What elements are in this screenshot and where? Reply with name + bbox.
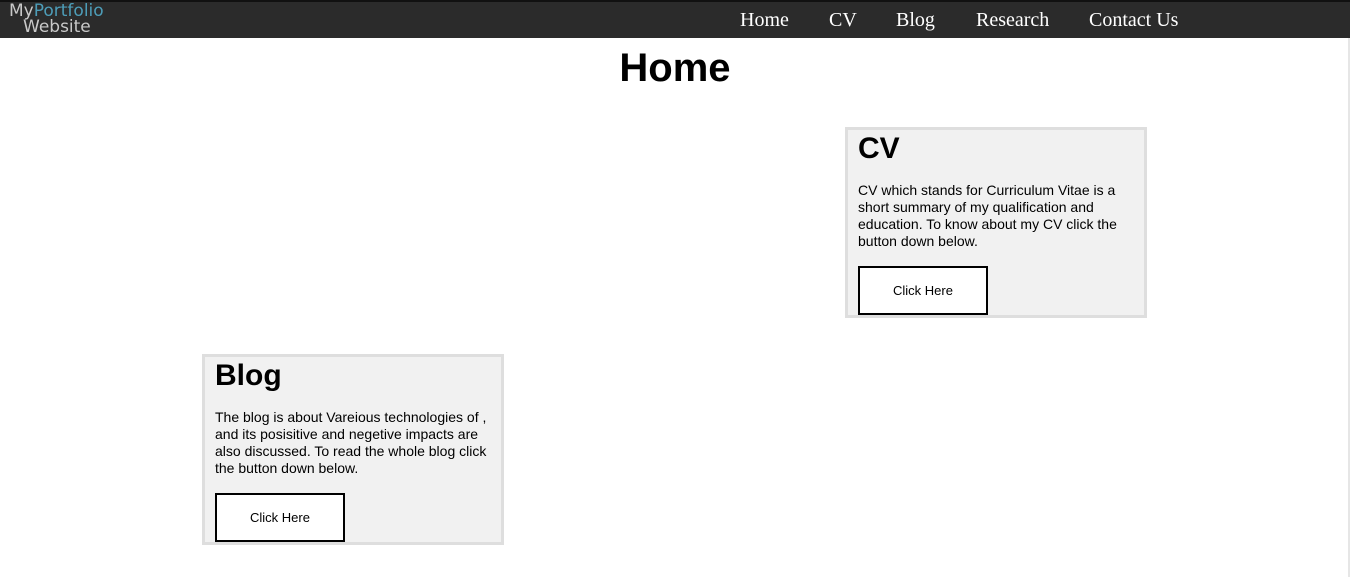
- nav-link-cv[interactable]: CV: [829, 6, 857, 34]
- blog-card: Blog The blog is about Vareious technolo…: [202, 354, 504, 545]
- logo-line-2: Website: [23, 17, 91, 37]
- cv-click-here-button[interactable]: Click Here: [858, 266, 988, 315]
- page-title: Home: [619, 46, 731, 90]
- nav-link-home[interactable]: Home: [740, 6, 789, 34]
- cv-card-title: CV: [858, 132, 900, 165]
- nav-link-research[interactable]: Research: [976, 6, 1049, 34]
- blog-click-here-button[interactable]: Click Here: [215, 493, 345, 542]
- top-navbar: MyPortfolio Website Home CV Blog Researc…: [0, 0, 1350, 38]
- site-logo[interactable]: MyPortfolio Website: [9, 3, 119, 39]
- blog-card-text: The blog is about Vareious technologies …: [215, 409, 487, 476]
- cv-card-text: CV which stands for Curriculum Vitae is …: [858, 182, 1117, 249]
- cv-card: CV CV which stands for Curriculum Vitae …: [845, 127, 1147, 318]
- nav-link-blog[interactable]: Blog: [896, 6, 935, 34]
- nav-link-contact-us[interactable]: Contact Us: [1089, 6, 1178, 34]
- blog-card-title: Blog: [215, 359, 282, 392]
